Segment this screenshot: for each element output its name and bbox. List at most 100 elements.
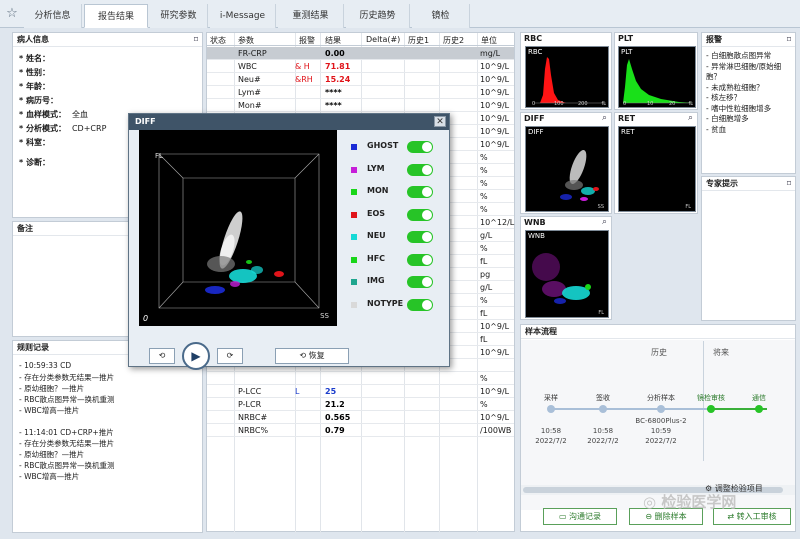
diff-dialog: DIFF ✕ 0 SS FL GHOST LYM MON EOS NEU HFC… [128, 113, 450, 370]
visibility-toggle[interactable] [407, 276, 433, 288]
plt-tick: 0 [623, 101, 627, 107]
watermark: ◎ 检验医学网 [643, 493, 737, 511]
table-row[interactable]: P-LCC L 25 10^9/L [207, 385, 514, 398]
diff-scatter[interactable]: DIFF SS [525, 126, 609, 212]
rotate-right-icon[interactable]: ⟳ [217, 348, 243, 364]
zoom-icon[interactable]: ⌕ [602, 217, 607, 227]
table-row[interactable]: Mon# **** 10^9/L [207, 99, 514, 112]
rule-log-line: - 存在分类参数无结果—推片 [19, 373, 115, 382]
visibility-toggle[interactable] [407, 298, 433, 311]
diff-graph-panel[interactable]: DIFF ⌕ DIFF SS [520, 112, 612, 214]
visibility-toggle[interactable] [407, 231, 433, 243]
rbc-histogram[interactable]: RBC 0 100 200 fL [525, 46, 609, 108]
flow-step-label: 签收 [596, 394, 610, 402]
tab-microscopy[interactable]: 镜检 [412, 4, 470, 28]
col-result: 结果 [325, 36, 341, 45]
ret-scatter[interactable]: RET FL [618, 126, 696, 212]
table-row[interactable]: NRBC# 0.565 10^9/L [207, 411, 514, 424]
param-cell: NRBC% [238, 426, 269, 435]
table-row[interactable]: Lym# **** 10^9/L [207, 86, 514, 99]
alarm-item: - 异常淋巴细胞/原始细 [706, 61, 782, 71]
pin-icon[interactable]: ⌑ [787, 33, 791, 47]
plt-tick: 10 [647, 101, 654, 107]
param-cell: Mon# [238, 101, 262, 110]
zoom-icon[interactable]: ⌕ [688, 113, 693, 123]
wnb-graph-panel[interactable]: WNB ⌕ WNB FL [520, 216, 612, 320]
sample-flow-title: 样本流程 [521, 325, 795, 339]
rotate-controls: ⟲ ▶ ⟳ [149, 342, 255, 370]
result-cell: 15.24 [325, 75, 351, 84]
alarm-item: 胞？ [706, 72, 721, 81]
table-header: 状态 参数 报警 结果 Delta(#) 历史1 历史2 单位 [207, 33, 514, 46]
unit-cell: fL [480, 257, 488, 266]
rbc-graph-panel[interactable]: RBC RBC 0 100 200 fL [520, 32, 612, 110]
flag-cell: & H [295, 62, 310, 71]
rule-log-line: - WBC增高—推片 [19, 472, 80, 481]
visibility-toggle[interactable] [407, 186, 433, 198]
legend-row-lym: LYM [347, 163, 437, 177]
unit-cell: 10^9/L [480, 75, 510, 84]
unit-cell: 10^9/L [480, 413, 510, 422]
axis-y-label: FL [155, 152, 163, 160]
flow-step-dot [755, 405, 763, 413]
visibility-toggle[interactable] [407, 141, 433, 153]
visibility-toggle[interactable] [407, 208, 433, 221]
dialog-title-bar: DIFF ✕ [129, 114, 449, 130]
plt-histogram[interactable]: PLT 0 10 20 fL [618, 46, 696, 108]
alarm-item: - 嗜中性粒细胞增多 [706, 103, 772, 113]
unit-cell: 10^12/L [480, 218, 515, 227]
plt-graph-panel[interactable]: PLT PLT 0 10 20 fL [614, 32, 698, 110]
tab-retest-results[interactable]: 重测结果 [278, 4, 344, 28]
pin-icon[interactable]: ⌑ [194, 33, 198, 47]
rbc-tick: 200 [578, 101, 588, 107]
param-cell: P-LCR [238, 400, 262, 409]
wechat-icon: ◎ [643, 493, 657, 511]
result-cell: **** [325, 101, 342, 110]
param-cell: FR-CRP [238, 49, 267, 58]
flow-step-dot [547, 405, 555, 413]
unit-cell: 10^9/L [480, 101, 510, 110]
diff-3d-scatter[interactable]: 0 SS FL [139, 130, 337, 326]
restore-button[interactable]: ⟲ 恢复 [275, 348, 349, 364]
favorite-star-icon[interactable]: ☆ [4, 6, 20, 22]
play-icon[interactable]: ▶ [182, 342, 210, 370]
visibility-toggle[interactable] [407, 163, 433, 176]
rbc-tick: 0 [532, 101, 536, 107]
table-row[interactable]: WBC & H 71.81 10^9/L [207, 60, 514, 73]
tab-history-trend[interactable]: 历史趋势 [346, 4, 410, 28]
alarm-panel: 报警 ⌑ - 白细胞散点图异常 - 异常淋巴细胞/原始细 胞？ - 未成熟粒细胞？ - 核… [701, 32, 796, 174]
rotate-left-icon[interactable]: ⟲ [149, 348, 175, 364]
table-row[interactable]: % [207, 372, 514, 385]
table-row[interactable]: Neu# &RH 15.24 10^9/L [207, 73, 514, 86]
legend-label: LYM [367, 163, 385, 173]
ret-graph-panel[interactable]: RET ⌕ RET FL [614, 112, 698, 214]
communication-log-button[interactable]: ▭ 沟通记录 [543, 508, 617, 525]
unit-cell: % [480, 400, 488, 409]
tab-research-params[interactable]: 研究参数 [150, 4, 208, 28]
tab-report-results[interactable]: 报告结果 [84, 4, 148, 28]
unit-cell: 10^9/L [480, 322, 510, 331]
tab-imessage[interactable]: i-Message [210, 4, 276, 28]
unit-cell: % [480, 296, 488, 305]
delete-icon: ⊖ [645, 512, 653, 521]
param-cell: P-LCC [238, 387, 262, 396]
table-row[interactable]: FR-CRP 0.00 mg/L [207, 47, 514, 60]
legend-row-img: IMG [347, 275, 437, 289]
zoom-icon[interactable]: ⌕ [602, 113, 607, 123]
unit-cell: 10^9/L [480, 88, 510, 97]
legend-row-notype: NOTYPE [347, 298, 437, 312]
unit-cell: 10^9/L [480, 127, 510, 136]
table-row[interactable]: NRBC% 0.79/100WB [207, 424, 514, 437]
plt-tick: fL [688, 101, 693, 107]
legend-color-swatch [351, 256, 357, 263]
wnb-scatter[interactable]: WNB FL [525, 230, 609, 318]
pin-icon[interactable]: ⌑ [787, 177, 791, 191]
unit-cell: % [480, 153, 488, 162]
close-icon[interactable]: ✕ [434, 116, 446, 127]
col-history1: 历史1 [408, 36, 430, 45]
visibility-toggle[interactable] [407, 253, 433, 266]
tab-analysis-info[interactable]: 分析信息 [24, 4, 82, 28]
table-row[interactable]: P-LCR 21.2% [207, 398, 514, 411]
unit-cell: % [480, 205, 488, 214]
wnb-title: WNB [524, 218, 546, 227]
